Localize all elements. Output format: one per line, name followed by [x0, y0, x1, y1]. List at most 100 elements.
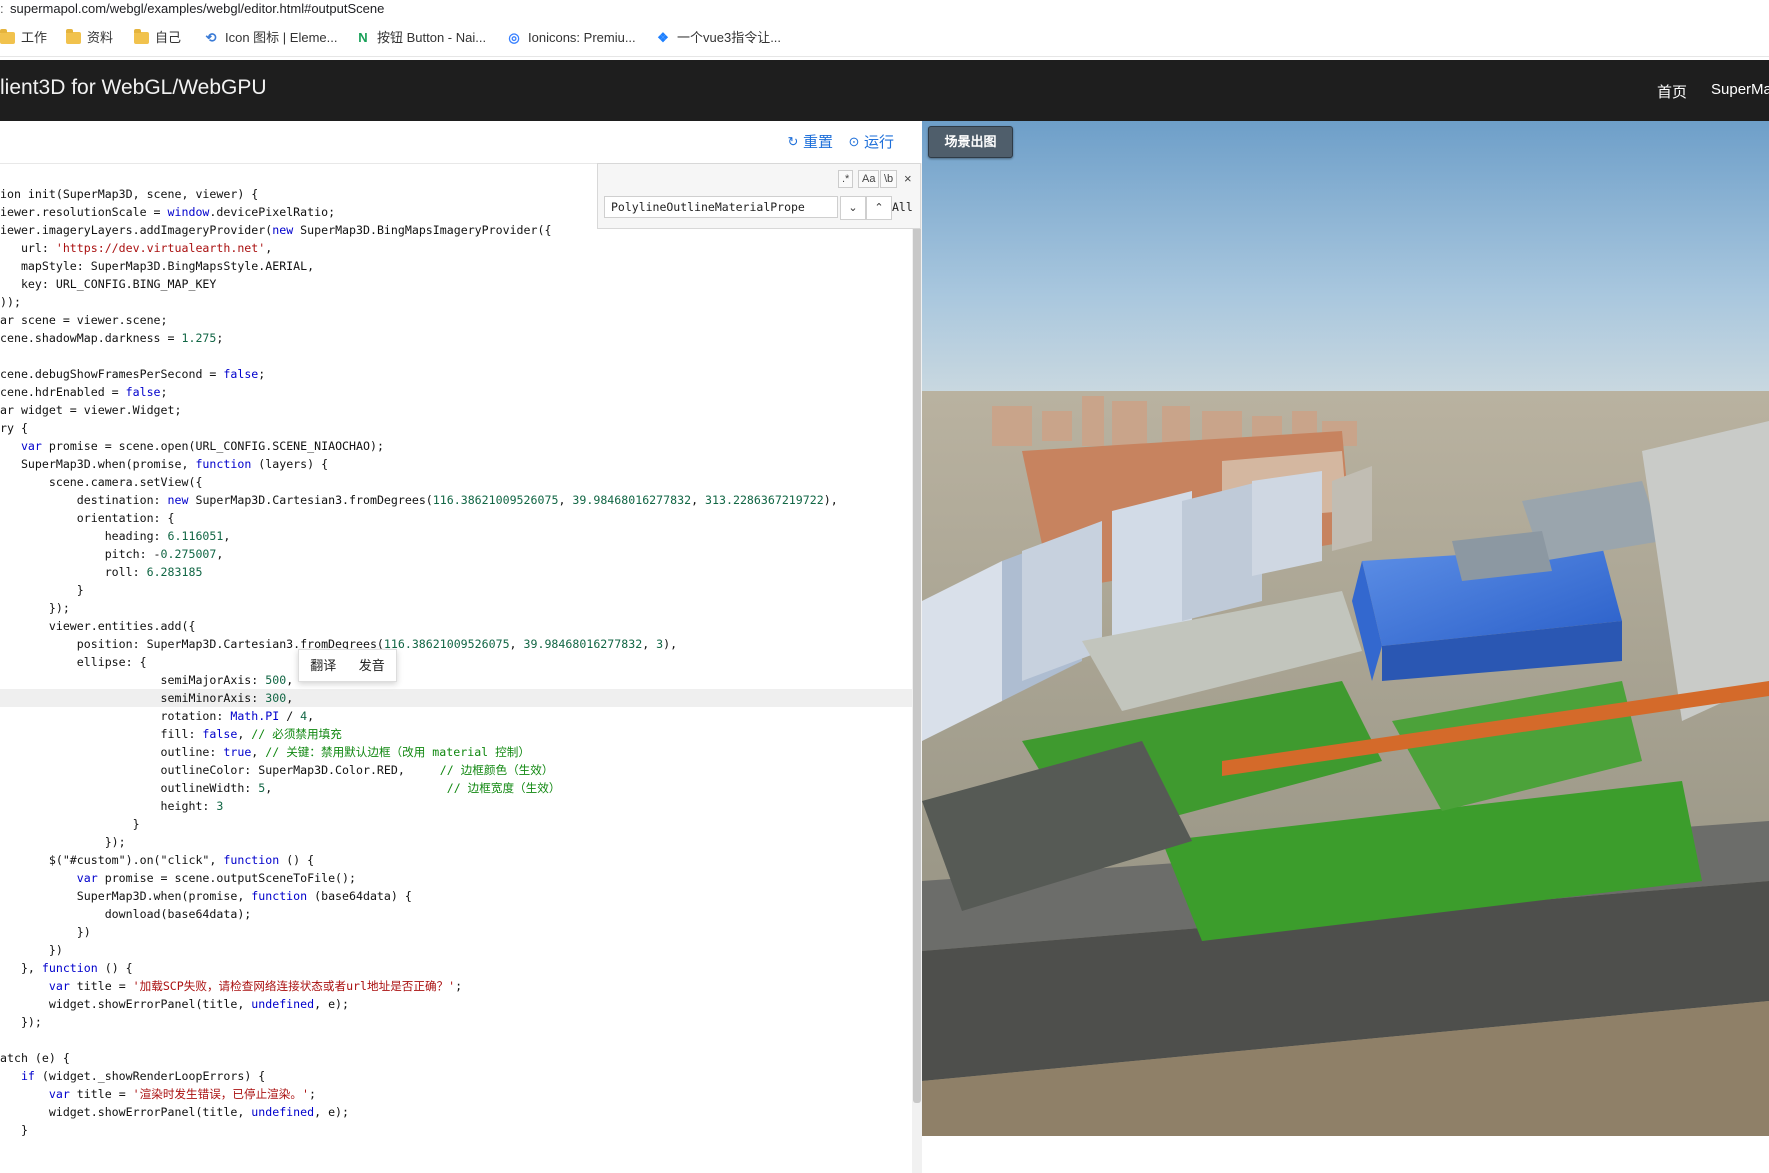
code-line: cene.hdrEnabled = false; [0, 385, 168, 399]
code-line: } [0, 817, 140, 831]
editor-scrollbar-thumb[interactable] [913, 163, 921, 1103]
scene-render [922, 121, 1769, 1136]
code-line: outline: true, // 关键：禁用默认边框（改用 material … [0, 745, 530, 759]
scene-viewport[interactable] [922, 121, 1769, 1136]
code-line: key: URL_CONFIG.BING_MAP_KEY [0, 277, 217, 291]
code-line: ar scene = viewer.scene; [0, 313, 168, 327]
bookmark-label: 工作 [21, 30, 48, 45]
juejin-logo-icon: ❖ [657, 30, 669, 45]
bookmark-label: 按钮 Button - Nai... [377, 30, 487, 45]
ionicons-logo-icon: ◎ [508, 30, 520, 45]
bookmark-vue3-directive[interactable]: ❖ 一个vue3指令让... [655, 20, 781, 56]
code-line: )); [0, 295, 21, 309]
code-line: }); [0, 601, 70, 615]
code-line: }) [0, 925, 91, 939]
folder-icon [0, 29, 15, 44]
code-line: atch (e) { [0, 1051, 70, 1065]
code-line: mapStyle: SuperMap3D.BingMapsStyle.AERIA… [0, 259, 315, 273]
regex-toggle[interactable]: .* [838, 170, 854, 188]
code-line: } [0, 583, 84, 597]
match-case-toggle[interactable]: Aa [858, 170, 880, 188]
address-bar[interactable]: : supermapol.com/webgl/examples/webgl/edi… [0, 0, 1769, 20]
code-line: height: 3 [0, 799, 224, 813]
bookmark-label: 一个vue3指令让... [677, 30, 782, 45]
folder-icon [66, 29, 81, 44]
bookmark-label: 自己 [155, 30, 182, 45]
code-line: url: 'https://dev.virtualearth.net', [0, 241, 273, 255]
editor-toolbar: ↻ 重置 ⊙ 运行 [0, 121, 922, 164]
code-area[interactable]: ion init(SuperMap3D, scene, viewer) {iew… [0, 185, 912, 1139]
run-label: 运行 [864, 134, 895, 151]
bookmark-self[interactable]: 自己 [134, 20, 181, 56]
code-line: scene.camera.setView({ [0, 475, 203, 489]
bookmark-label: Ionicons: Premiu... [528, 30, 636, 45]
address-url: supermapol.com/webgl/examples/webgl/edit… [10, 1, 385, 16]
editor-scrollbar[interactable] [912, 163, 922, 1173]
code-line: cene.debugShowFramesPerSecond = false; [0, 367, 266, 381]
code-line: download(base64data); [0, 907, 252, 921]
chevron-up-icon[interactable]: ⌃ [866, 196, 892, 220]
code-line: heading: 6.116051, [0, 529, 231, 543]
code-line: fill: false, // 必须禁用填充 [0, 727, 342, 741]
bookmark-ionicons[interactable]: ◎ Ionicons: Premiu... [506, 20, 636, 56]
code-line: destination: new SuperMap3D.Cartesian3.f… [0, 493, 838, 507]
site-header: lient3D for WebGL/WebGPU 首页 SuperMa [0, 60, 1769, 121]
code-line: cene.shadowMap.darkness = 1.275; [0, 331, 224, 345]
code-line: orientation: { [0, 511, 175, 525]
play-circle-icon: ⊙ [848, 133, 860, 149]
scene-output-button[interactable]: 场景出图 [928, 126, 1013, 158]
code-line: outlineWidth: 5, // 边框宽度（生效） [0, 781, 561, 795]
close-icon[interactable]: × [904, 171, 912, 186]
code-line: }); [0, 1015, 42, 1029]
code-line: var promise = scene.outputSceneToFile(); [76, 871, 356, 885]
code-line: widget.showErrorPanel(title, undefined, … [0, 997, 350, 1011]
code-line: ellipse: { [0, 655, 147, 669]
reset-icon: ↻ [787, 133, 799, 149]
code-line: }) [0, 943, 63, 957]
folder-icon [134, 29, 149, 44]
code-line: semiMajorAxis: 500, [0, 673, 294, 687]
find-input[interactable]: PolylineOutlineMaterialPrope [604, 196, 838, 218]
element-logo-icon: ⟲ [205, 30, 217, 45]
code-line: roll: 6.283185 [0, 565, 203, 579]
bookmark-label: Icon 图标 | Eleme... [225, 30, 338, 45]
bookmarks-bar: 工作 资料 自己 ⟲ Icon 图标 | Eleme... N 按钮 Butto… [0, 20, 1769, 57]
bookmark-naive-button[interactable]: N 按钮 Button - Nai... [355, 20, 486, 56]
whole-word-toggle[interactable]: \b [880, 170, 898, 188]
nav-supermap-link[interactable]: SuperMa [1711, 81, 1769, 98]
code-line: } [0, 1123, 28, 1137]
code-line: }, function () { [0, 961, 133, 975]
reset-button[interactable]: ↻ 重置 [786, 131, 833, 152]
reset-label: 重置 [803, 134, 834, 151]
code-line: SuperMap3D.when(promise, function (base6… [0, 889, 412, 903]
bookmark-element-icons[interactable]: ⟲ Icon 图标 | Eleme... [203, 20, 338, 56]
translate-button[interactable]: 翻译 [299, 650, 348, 681]
find-panel: .* Aa \b × PolylineOutlineMaterialPrope … [597, 163, 921, 229]
code-line: var title = '渲染时发生错误，已停止渲染。'; [48, 1087, 316, 1101]
code-line: semiMinorAxis: 300, [0, 689, 912, 707]
code-line: $("#custom").on("click", function () { [0, 853, 315, 867]
chevron-down-icon[interactable]: ⌄ [840, 196, 866, 220]
code-line: if (widget._showRenderLoopErrors) { [20, 1069, 266, 1083]
code-line: position: SuperMap3D.Cartesian3.fromDegr… [0, 637, 678, 651]
code-line: }); [0, 835, 126, 849]
bookmark-materials[interactable]: 资料 [66, 20, 113, 56]
bookmark-label: 资料 [87, 30, 114, 45]
selection-popup: 翻译 发音 [298, 649, 397, 682]
code-line: SuperMap3D.when(promise, function (layer… [0, 457, 329, 471]
nav-home-link[interactable]: 首页 [1657, 81, 1687, 102]
address-prefix-icon: : [0, 1, 4, 16]
code-line: var promise = scene.open(URL_CONFIG.SCEN… [20, 439, 384, 453]
bookmark-work[interactable]: 工作 [0, 20, 47, 56]
code-line: widget.showErrorPanel(title, undefined, … [0, 1105, 350, 1119]
code-line: var title = '加载SCP失败，请检查网络连接状态或者url地址是否正… [48, 979, 463, 993]
run-button[interactable]: ⊙ 运行 [847, 131, 894, 152]
code-line: pitch: -0.275007, [0, 547, 224, 561]
app-title: lient3D for WebGL/WebGPU [0, 76, 267, 99]
find-all-button[interactable]: All [892, 196, 913, 218]
pronounce-button[interactable]: 发音 [348, 650, 397, 681]
code-line: ar widget = viewer.Widget; [0, 403, 182, 417]
code-line: outlineColor: SuperMap3D.Color.RED, // 边… [0, 763, 554, 777]
